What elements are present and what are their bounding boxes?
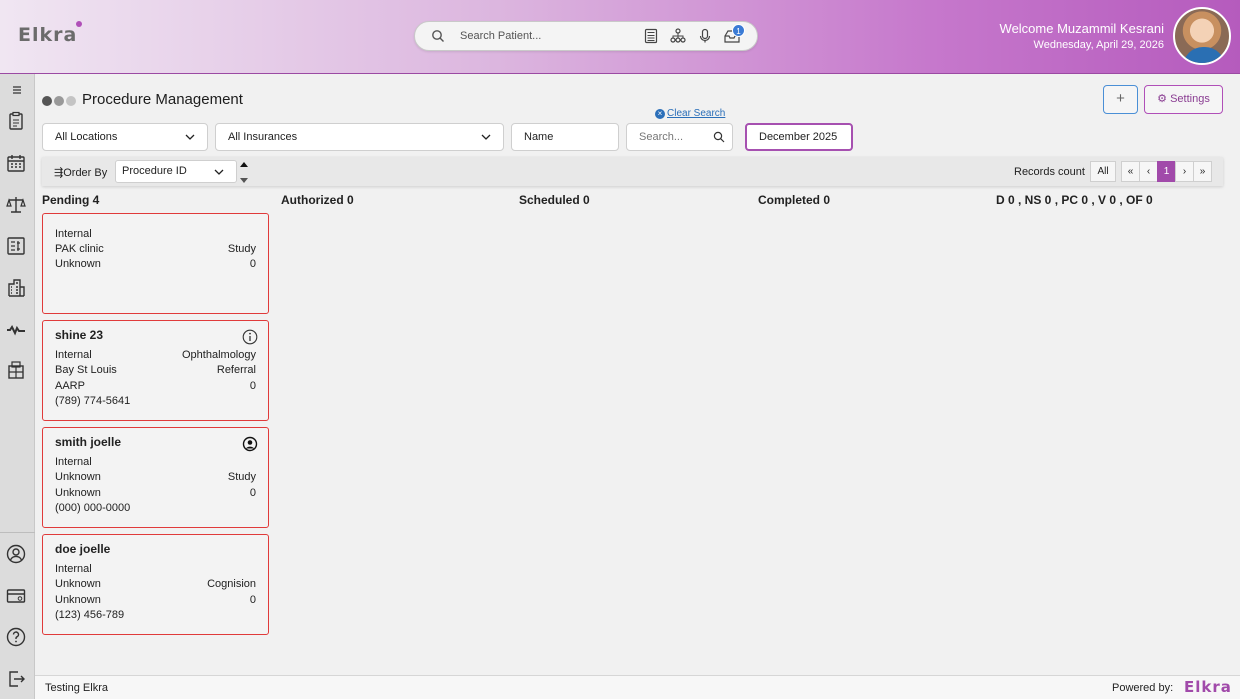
sort-direction-icon[interactable]	[239, 159, 249, 185]
footer-logo: Elkra	[1184, 678, 1232, 696]
month-value: December 2025	[759, 131, 838, 143]
welcome-block: Welcome Muzammil Kesrani Wednesday, Apri…	[1000, 21, 1164, 51]
payment-card-icon[interactable]	[6, 586, 26, 606]
locations-select[interactable]: All Locations	[42, 123, 208, 151]
hierarchy-icon[interactable]	[670, 28, 686, 44]
card-row: Internal Ophthalmology	[55, 349, 256, 361]
search-icon	[713, 131, 725, 143]
clear-search-label: Clear Search	[667, 108, 726, 119]
last-page-button[interactable]: »	[1193, 161, 1212, 182]
card-phone: (123) 456-789	[55, 609, 125, 621]
chevron-down-icon	[481, 134, 491, 140]
patient-name: smith joelle	[55, 435, 122, 449]
patient-name: doe joelle	[55, 542, 111, 556]
app-logo[interactable]: Elkra	[18, 21, 83, 46]
insurances-select[interactable]: All Insurances	[215, 123, 504, 151]
card-row: Internal	[55, 456, 92, 468]
sidebar-divider	[0, 532, 35, 533]
patient-search[interactable]: Search Patient...	[414, 21, 758, 51]
logo-dot	[76, 21, 83, 27]
footer-org-name: Testing Elkra	[45, 682, 108, 694]
gear-icon: ⚙	[1157, 93, 1168, 105]
first-page-button[interactable]: «	[1121, 161, 1140, 182]
search-placeholder: Search...	[639, 131, 684, 143]
top-header: Elkra Search Patient... 1 Welcome Muzamm…	[0, 0, 1240, 74]
info-icon[interactable]	[242, 329, 258, 345]
card-row: AARP 0	[55, 380, 256, 392]
procedure-card[interactable]: smith joelle Internal Unknown Study Unkno…	[42, 427, 269, 528]
search-input[interactable]: Search...	[626, 123, 733, 151]
current-date: Wednesday, April 29, 2026	[1033, 39, 1164, 51]
search-icon	[432, 30, 444, 42]
card-row: Unknown Cognision	[55, 578, 256, 590]
inventory-icon[interactable]	[6, 360, 26, 380]
procedure-card[interactable]: Internal PAK clinic Study Unknown 0	[42, 213, 269, 314]
powered-by-label: Powered by:	[1112, 682, 1174, 694]
page-1-button[interactable]: 1	[1157, 161, 1176, 182]
menu-toggle-icon[interactable]	[11, 84, 23, 96]
locations-value: All Locations	[55, 131, 118, 143]
notification-badge[interactable]: 1	[732, 24, 745, 37]
sort-lines-icon: ⇶	[54, 167, 64, 179]
card-phone: (000) 000-0000	[55, 502, 131, 514]
order-by-label: ⇶Order By	[54, 167, 108, 179]
microphone-icon[interactable]	[697, 28, 713, 44]
calculator-icon[interactable]	[643, 28, 659, 44]
month-picker[interactable]: December 2025	[745, 123, 853, 151]
column-completed: Completed 0	[758, 193, 831, 207]
procedure-card[interactable]: shine 23 Internal Ophthalmology Bay St Lo…	[42, 320, 269, 421]
card-phone: (789) 774-5641	[55, 395, 131, 407]
calendar-icon[interactable]	[6, 153, 26, 173]
records-all-button[interactable]: All	[1090, 161, 1116, 182]
left-sidebar	[0, 74, 35, 699]
user-profile-icon[interactable]	[6, 544, 26, 564]
logout-icon[interactable]	[6, 669, 26, 689]
patient-name: shine 23	[55, 328, 104, 342]
welcome-text: Welcome Muzammil Kesrani	[999, 21, 1164, 36]
card-row: Unknown 0	[55, 487, 256, 499]
procedure-card[interactable]: doe joelle Internal Unknown Cognision Unk…	[42, 534, 269, 635]
order-by-select[interactable]: Procedure ID	[115, 160, 237, 183]
settings-button[interactable]: ⚙ Settings	[1144, 85, 1223, 114]
name-filter[interactable]: Name	[511, 123, 619, 151]
next-page-button[interactable]: ›	[1175, 161, 1194, 182]
card-row: Unknown Study	[55, 471, 256, 483]
scale-icon[interactable]	[6, 195, 26, 215]
card-row: PAK clinic Study	[55, 243, 256, 255]
card-row: Unknown 0	[55, 594, 256, 606]
card-row: Internal	[55, 228, 92, 240]
order-toolbar: ⇶Order By Procedure ID Records count All…	[42, 157, 1223, 186]
name-value: Name	[524, 131, 554, 143]
card-row: Bay St Louis Referral	[55, 364, 256, 376]
user-avatar[interactable]	[1173, 7, 1231, 65]
column-status-summary: D 0 , NS 0 , PC 0 , V 0 , OF 0	[996, 193, 1153, 207]
column-scheduled: Scheduled 0	[519, 193, 590, 207]
logo-text: Elkra	[18, 24, 78, 46]
chevron-down-icon	[185, 134, 195, 140]
chevron-down-icon	[214, 169, 224, 175]
card-row: Unknown 0	[55, 258, 256, 270]
clipboard-icon[interactable]	[6, 111, 26, 131]
user-circle-icon[interactable]	[242, 436, 258, 452]
card-row: Internal	[55, 563, 92, 575]
clear-icon: ×	[655, 109, 665, 119]
building-icon[interactable]	[6, 278, 26, 298]
window-dots	[42, 95, 78, 109]
records-count-label: Records count	[1014, 166, 1085, 178]
column-authorized: Authorized 0	[281, 193, 354, 207]
insurances-value: All Insurances	[228, 131, 298, 143]
settings-label: Settings	[1170, 93, 1210, 105]
footer: Testing Elkra Powered by: Elkra	[35, 675, 1240, 699]
prev-page-button[interactable]: ‹	[1139, 161, 1158, 182]
page-title: Procedure Management	[82, 91, 243, 108]
search-placeholder: Search Patient...	[460, 30, 542, 42]
order-by-value: Procedure ID	[122, 165, 187, 177]
network-icon[interactable]	[6, 320, 26, 340]
column-pending: Pending 4	[42, 193, 100, 207]
help-icon[interactable]	[6, 627, 26, 647]
billing-icon[interactable]	[6, 236, 26, 256]
clear-search-link[interactable]: × Clear Search	[655, 108, 725, 119]
add-procedure-button[interactable]: +	[1103, 85, 1138, 114]
